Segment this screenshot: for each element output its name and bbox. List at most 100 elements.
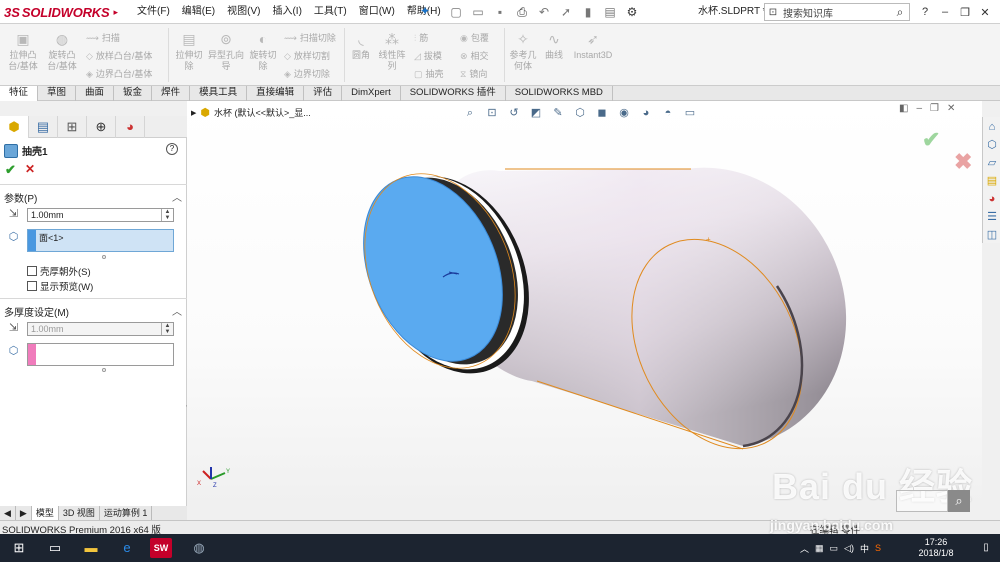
parameters-section-title[interactable]: 参数(P) <box>4 190 37 205</box>
custom-properties-icon[interactable]: ☰ <box>984 209 1000 225</box>
appearances-icon[interactable]: ◕ <box>984 191 1000 207</box>
search-icon[interactable]: ⌕ <box>891 5 909 20</box>
open-icon[interactable]: ▭ <box>470 4 486 20</box>
scroll-left-icon[interactable]: ◀ <box>0 506 16 520</box>
resize-handle[interactable] <box>102 368 106 372</box>
restore-button[interactable]: ❐ <box>958 6 972 19</box>
cup-model[interactable]: + <box>187 101 982 506</box>
boundary-boss-button[interactable]: ◈ 边界凸台/基体 <box>86 65 152 83</box>
rib-button[interactable]: ⫶ 筋 <box>414 29 428 47</box>
linear-pattern-button[interactable]: ⁂ 线性阵列 <box>376 30 408 72</box>
start-windows-icon[interactable]: ⊞ <box>8 538 30 558</box>
lofted-cut-button[interactable]: ◇ 放样切割 <box>284 47 330 65</box>
tab-weldments[interactable]: 焊件 <box>152 86 191 101</box>
menu-edit[interactable]: 编辑(E) <box>176 0 221 24</box>
home-icon[interactable]: ⌂ <box>984 119 1000 135</box>
solidworks-taskbar-icon[interactable]: SW <box>150 538 172 558</box>
collapse-chevron-icon[interactable]: ︿ <box>172 303 182 318</box>
ime-indicator[interactable]: 中 <box>860 542 869 555</box>
network-icon[interactable]: ▦ <box>815 543 824 554</box>
multi-thickness-section-title[interactable]: 多厚度设定(M) <box>4 304 69 319</box>
solidworks-logo[interactable]: 3S SOLIDWORKS ▸ <box>4 3 118 21</box>
edge-browser-icon[interactable]: e <box>116 538 138 558</box>
battery-icon[interactable]: ▭ <box>830 543 839 554</box>
cancel-button[interactable]: ✕ <box>25 162 35 176</box>
knowledge-base-icon[interactable]: ⊡ <box>765 7 781 18</box>
pin-icon[interactable]: ✦ <box>420 4 430 18</box>
draft-button[interactable]: ◿ 拔模 <box>414 47 442 65</box>
close-button[interactable]: ✕ <box>978 6 992 19</box>
file-explorer-icon[interactable]: ▤ <box>984 173 1000 189</box>
forum-icon[interactable]: ◫ <box>984 227 1000 243</box>
thickness-field[interactable]: 1.00mm ▲ ▼ <box>27 208 174 222</box>
revolve-cut-button[interactable]: ◐ 旋转切除 <box>246 30 280 72</box>
menu-window[interactable]: 窗口(W) <box>353 0 401 24</box>
thickness-spinner[interactable]: ▲ ▼ <box>161 209 173 221</box>
collapse-chevron-icon[interactable]: ︿ <box>172 189 182 204</box>
instant3d-button[interactable]: ➶ Instant3D <box>572 30 614 61</box>
clock[interactable]: 17:26 2018/1/8 <box>912 537 960 559</box>
select-icon[interactable]: ➚ <box>558 4 574 20</box>
multi-thickness-spinner[interactable]: ▲ ▼ <box>161 323 173 335</box>
tab-3d-views[interactable]: 3D 视图 <box>59 506 100 520</box>
mirror-button[interactable]: ⧖ 镜向 <box>460 65 487 83</box>
scroll-right-icon[interactable]: ▶ <box>16 506 32 520</box>
logo-flyout-icon[interactable]: ▸ <box>113 7 118 18</box>
print-icon[interactable]: ⎙ <box>514 4 530 20</box>
graphics-area[interactable]: ▶ ⬢ 水杯 (默认<<默认>_显... ⌕ ⊡ ↺ ◩ ✎ ⬡ ◼ ◉ ◕ ◓… <box>187 101 982 506</box>
tab-solidworks-mbd[interactable]: SOLIDWORKS MBD <box>506 86 613 101</box>
tab-sheet-metal[interactable]: 钣金 <box>114 86 153 101</box>
show-hidden-icons-icon[interactable]: ︿ <box>800 542 809 555</box>
display-manager-icon[interactable]: ◕ <box>116 116 145 138</box>
revolve-boss-button[interactable]: ◍ 旋转凸台/基体 <box>44 30 80 72</box>
shell-button[interactable]: ▢ 抽壳 <box>414 65 444 83</box>
sweep-button[interactable]: ⟿ 扫描 <box>86 29 120 47</box>
selected-face-item[interactable]: 面<1> <box>39 231 64 244</box>
reference-geometry-button[interactable]: ✧ 参考几何体 <box>508 30 538 72</box>
menu-tools[interactable]: 工具(T) <box>308 0 353 24</box>
tab-dimxpert[interactable]: DimXpert <box>342 86 401 101</box>
tab-sketch[interactable]: 草图 <box>38 86 77 101</box>
new-icon[interactable]: ▢ <box>448 4 464 20</box>
menu-insert[interactable]: 插入(I) <box>266 0 307 24</box>
tab-solidworks-addins[interactable]: SOLIDWORKS 插件 <box>401 86 506 101</box>
intersect-button[interactable]: ⊗ 相交 <box>460 47 489 65</box>
property-manager-icon[interactable]: ▤ <box>29 116 58 138</box>
help-icon[interactable]: ? <box>918 6 932 18</box>
task-view-icon[interactable]: ▭ <box>44 538 66 558</box>
search-box[interactable]: ⊡ 搜索知识库 ⌕ <box>764 3 910 21</box>
hole-wizard-button[interactable]: ⊚ 异型孔向导 <box>208 30 244 72</box>
dimxpert-manager-icon[interactable]: ⊕ <box>87 116 116 138</box>
configuration-manager-icon[interactable]: ⊞ <box>58 116 87 138</box>
checkbox-box[interactable] <box>27 281 37 291</box>
tab-motion-study[interactable]: 运动算例 1 <box>100 506 153 520</box>
help-icon[interactable]: ? <box>166 143 178 155</box>
loft-button[interactable]: ◇ 放样凸台/基体 <box>86 47 152 65</box>
tab-direct-editing[interactable]: 直接编辑 <box>247 86 305 101</box>
curves-button[interactable]: ∿ 曲线 <box>540 30 568 61</box>
tab-mold-tools[interactable]: 模具工具 <box>190 86 248 101</box>
volume-icon[interactable]: ◁) <box>844 543 854 554</box>
search-input[interactable]: 搜索知识库 <box>781 5 891 20</box>
minimize-button[interactable]: – <box>938 6 952 18</box>
wrap-button[interactable]: ◉ 包覆 <box>460 29 489 47</box>
rebuild-icon[interactable]: ▮ <box>580 4 596 20</box>
shell-outward-checkbox[interactable]: 壳厚朝外(S) <box>27 264 91 278</box>
feature-manager-icon[interactable]: ⬢ <box>0 116 29 138</box>
faces-to-remove-list[interactable]: 面<1> <box>27 229 174 252</box>
save-icon[interactable]: ▪ <box>492 4 508 20</box>
tab-surfaces[interactable]: 曲面 <box>76 86 115 101</box>
tab-model[interactable]: 模型 <box>31 506 59 520</box>
design-library-icon[interactable]: ▱ <box>984 155 1000 171</box>
sogou-ime-icon[interactable]: S <box>875 543 881 553</box>
boundary-cut-button[interactable]: ◈ 边界切除 <box>284 65 330 83</box>
multi-thickness-faces-list[interactable] <box>27 343 174 366</box>
show-preview-checkbox[interactable]: 显示预览(W) <box>27 279 93 293</box>
app-taskbar-icon[interactable]: ◍ <box>188 538 210 558</box>
extrude-cut-button[interactable]: ▤ 拉伸切除 <box>172 30 206 72</box>
multi-thickness-field[interactable]: 1.00mm ▲ ▼ <box>27 322 174 336</box>
extrude-boss-button[interactable]: ▣ 拉伸凸台/基体 <box>6 30 40 72</box>
tab-features[interactable]: 特征 <box>0 86 39 101</box>
resources-icon[interactable]: ⬡ <box>984 137 1000 153</box>
menu-file[interactable]: 文件(F) <box>131 0 176 24</box>
